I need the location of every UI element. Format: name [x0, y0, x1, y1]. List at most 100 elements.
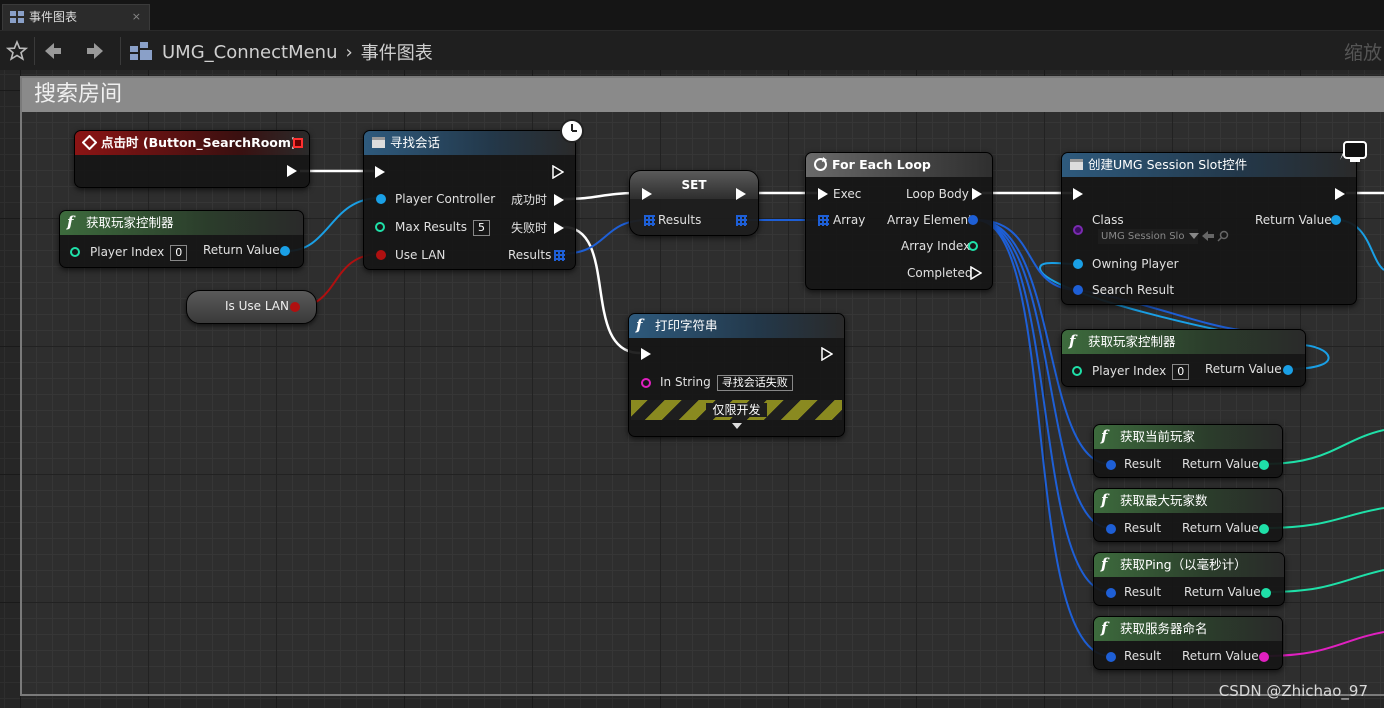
- on-failure-exec-pin[interactable]: [554, 222, 564, 234]
- back-arrow-icon[interactable]: [40, 39, 66, 63]
- chevron-down-icon[interactable]: [1189, 233, 1199, 240]
- pin-label: Return Value: [1255, 213, 1332, 227]
- exec-in-pin[interactable]: [641, 348, 651, 360]
- player-index-pin[interactable]: [70, 247, 80, 257]
- exec-out-pin[interactable]: [736, 188, 746, 200]
- results-in-pin[interactable]: [644, 215, 655, 226]
- close-icon[interactable]: ×: [132, 5, 141, 29]
- result-pin[interactable]: [1106, 652, 1116, 662]
- return-value-pin[interactable]: [1259, 460, 1269, 470]
- in-string-pin[interactable]: [641, 378, 651, 388]
- delegate-pin[interactable]: [293, 138, 303, 148]
- is-use-lan-pin[interactable]: [290, 302, 300, 312]
- expand-arrow-icon[interactable]: [731, 422, 743, 430]
- exec-in-pin[interactable]: [642, 188, 652, 200]
- function-icon: f: [1101, 555, 1108, 573]
- graph-icon: [10, 11, 24, 23]
- pin-label: Completed: [907, 266, 973, 280]
- event-diamond-icon: [82, 135, 97, 150]
- max-results-input[interactable]: 5: [472, 220, 490, 236]
- blueprint-icon: [130, 42, 152, 60]
- dev-only-label: 仅限开发: [706, 403, 767, 417]
- return-value-pin[interactable]: [1283, 365, 1293, 375]
- development-only-banner: 仅限开发: [631, 400, 842, 420]
- browse-search-icon[interactable]: [1217, 230, 1229, 242]
- player-index-pin[interactable]: [1072, 366, 1082, 376]
- star-icon[interactable]: [4, 39, 30, 63]
- node-header: f 获取服务器命名: [1094, 617, 1282, 641]
- zoom-label: 缩放: [1343, 42, 1382, 64]
- create-widget-node[interactable]: 创建UMG Session Slot控件 Class UMG Session S…: [1061, 152, 1357, 305]
- pin-label: Result: [1124, 521, 1162, 535]
- completed-exec-pin[interactable]: [970, 266, 982, 280]
- tab-event-graph[interactable]: 事件图表 ×: [2, 4, 150, 30]
- exec-out-pin[interactable]: [821, 347, 833, 361]
- for-each-loop-node[interactable]: For Each Loop Exec Array Loop Body Array…: [805, 152, 993, 290]
- print-string-node[interactable]: f 打印字符串 In String 寻找会话失败 仅限开发: [628, 313, 845, 437]
- function-icon: f: [67, 213, 74, 231]
- is-use-lan-variable-node[interactable]: Is Use LAN: [186, 290, 317, 324]
- result-pin[interactable]: [1106, 460, 1116, 470]
- breadcrumb-root[interactable]: UMG_ConnectMenu: [162, 42, 338, 63]
- exec-out-pin[interactable]: [1335, 188, 1345, 200]
- loop-body-exec-pin[interactable]: [972, 188, 982, 200]
- array-index-pin[interactable]: [968, 241, 978, 251]
- return-value-pin[interactable]: [1259, 524, 1269, 534]
- player-index-input[interactable]: 0: [1172, 364, 1190, 380]
- return-value-pin[interactable]: [1261, 588, 1271, 598]
- breadcrumb: UMG_ConnectMenu › 事件图表: [130, 40, 433, 64]
- exec-out-pin[interactable]: [287, 165, 297, 177]
- exec-out-pin[interactable]: [552, 165, 564, 179]
- pin-label: Player Controller: [395, 192, 496, 206]
- max-results-pin[interactable]: [375, 222, 385, 232]
- array-element-pin[interactable]: [968, 215, 978, 225]
- results-array-pin[interactable]: [554, 250, 565, 261]
- function-icon: f: [1069, 332, 1076, 350]
- owning-player-pin[interactable]: [1073, 259, 1083, 269]
- get-max-players-node[interactable]: f 获取最大玩家数 Result Return Value: [1093, 488, 1283, 542]
- pin-label: 成功时: [511, 193, 548, 207]
- get-player-controller-node[interactable]: f 获取玩家控制器 Player Index 0 Return Value: [59, 210, 304, 268]
- breadcrumb-separator: ›: [345, 41, 353, 63]
- pin-label: Results: [658, 213, 702, 227]
- search-result-pin[interactable]: [1073, 285, 1083, 295]
- use-selected-arrow-icon[interactable]: [1202, 231, 1214, 241]
- use-lan-pin[interactable]: [376, 250, 386, 260]
- player-index-input[interactable]: 0: [170, 245, 188, 261]
- pin-label: Array Index: [901, 239, 971, 253]
- array-in-pin[interactable]: [818, 215, 829, 226]
- max-results-row: Max Results 5: [395, 218, 490, 236]
- forward-arrow-icon[interactable]: [82, 39, 108, 63]
- node-header: 创建UMG Session Slot控件: [1062, 153, 1356, 177]
- set-results-node[interactable]: SET Results: [629, 170, 759, 236]
- tab-bar: 事件图表 ×: [0, 0, 1384, 30]
- node-header: 点击时 (Button_SearchRoom): [75, 131, 309, 155]
- result-pin[interactable]: [1106, 524, 1116, 534]
- get-server-name-node[interactable]: f 获取服务器命名 Result Return Value: [1093, 616, 1283, 670]
- breadcrumb-current[interactable]: 事件图表: [361, 39, 433, 65]
- node-header: f 获取玩家控制器: [60, 211, 303, 235]
- class-select[interactable]: UMG Session Slo: [1098, 229, 1198, 244]
- find-sessions-node[interactable]: 寻找会话 Player Controller Max Results 5 Use …: [363, 130, 576, 270]
- get-current-players-node[interactable]: f 获取当前玩家 Result Return Value: [1093, 424, 1283, 478]
- pin-label: Result: [1124, 649, 1162, 663]
- exec-in-pin[interactable]: [1073, 188, 1083, 200]
- latent-clock-icon: [560, 119, 584, 143]
- event-node-click[interactable]: 点击时 (Button_SearchRoom): [74, 130, 310, 188]
- class-pin[interactable]: [1073, 225, 1083, 235]
- return-value-pin[interactable]: [1331, 215, 1341, 225]
- node-header: f 获取玩家控制器: [1062, 330, 1305, 354]
- get-player-controller-node-2[interactable]: f 获取玩家控制器 Player Index 0 Return Value: [1061, 329, 1306, 387]
- get-ping-node[interactable]: f 获取Ping（以毫秒计） Result Return Value: [1093, 552, 1285, 606]
- return-value-pin[interactable]: [1259, 652, 1269, 662]
- return-value-pin[interactable]: [280, 246, 290, 256]
- comment-title[interactable]: 搜索房间: [22, 78, 1384, 112]
- on-success-exec-pin[interactable]: [554, 194, 564, 206]
- result-pin[interactable]: [1106, 588, 1116, 598]
- exec-in-pin[interactable]: [818, 188, 828, 200]
- in-string-input[interactable]: 寻找会话失败: [716, 375, 793, 391]
- results-out-pin[interactable]: [736, 215, 747, 226]
- exec-in-pin[interactable]: [375, 166, 385, 178]
- node-header: f 获取最大玩家数: [1094, 489, 1282, 513]
- player-controller-pin[interactable]: [376, 194, 386, 204]
